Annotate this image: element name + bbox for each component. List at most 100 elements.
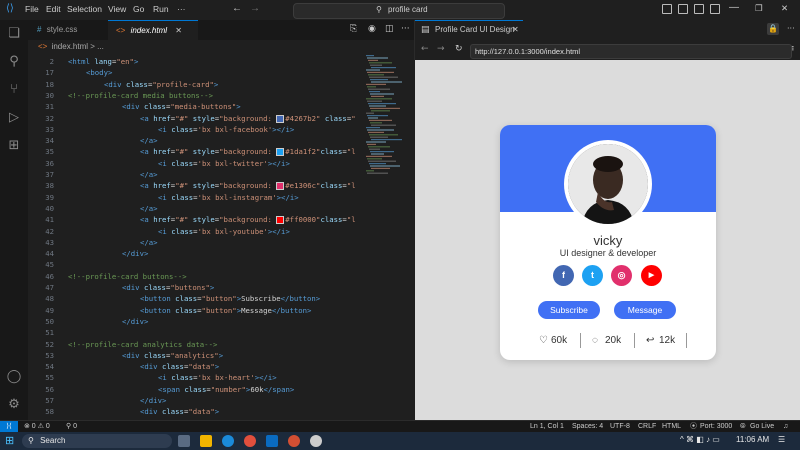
clock[interactable]: 11:06 AM [736, 435, 769, 444]
code-line[interactable]: <html lang="en"> [68, 57, 138, 66]
minimap-line [367, 100, 382, 102]
minimize-icon[interactable]: — [729, 2, 739, 13]
code-line[interactable]: <a href="#" style="background: #ff0000"c… [140, 215, 356, 225]
search-icon[interactable]: ⚲ [6, 54, 22, 70]
toggle-secondary-sidebar-icon[interactable] [694, 4, 704, 14]
twitter-icon[interactable]: t [582, 265, 603, 286]
code-line[interactable]: <!--profile-card media buttons--> [68, 91, 213, 100]
minimap-line [371, 167, 390, 169]
reload-icon[interactable]: ↻ [455, 44, 463, 54]
tab-style-css[interactable]: # style.css [28, 20, 108, 40]
toggle-panel-icon[interactable] [678, 4, 688, 14]
line-number: 18 [45, 79, 54, 89]
message-button[interactable]: Message [614, 301, 676, 319]
code-editor[interactable]: 2 <html lang="en"> 17 <body> 18 <div class="p… [28, 53, 414, 428]
source-control-icon[interactable]: ⑂ [6, 82, 22, 98]
facebook-icon[interactable]: f [553, 265, 574, 286]
customize-layout-icon[interactable] [710, 4, 720, 14]
code-line[interactable]: <i class='bx bx-heart'></i> [158, 373, 277, 382]
code-line[interactable]: <a href="#" style="background: #1da1f2"c… [140, 147, 356, 157]
restore-icon[interactable]: ❐ [755, 3, 763, 14]
youtube-icon[interactable]: ▶ [641, 265, 662, 286]
code-line[interactable]: </div> [122, 249, 148, 258]
subscribe-button[interactable]: Subscribe [538, 301, 600, 319]
windows-start-icon[interactable]: ⊞ [5, 434, 14, 447]
code-line[interactable]: <div class="analytics"> [122, 351, 223, 360]
search-text: profile card [388, 5, 428, 14]
back-arrow-icon[interactable]: ← [421, 44, 429, 54]
code-line[interactable]: <i class='bx bxl-twitter'></i> [158, 159, 290, 168]
toggle-sidebar-icon[interactable] [662, 4, 672, 14]
minimap-line [370, 136, 388, 138]
code-line[interactable]: <div class="profile-card"> [104, 80, 218, 89]
code-line[interactable]: <!--profile-card analytics data--> [68, 340, 217, 349]
minimap[interactable] [364, 53, 404, 420]
run-debug-icon[interactable]: ▷ [6, 110, 22, 126]
code-line[interactable]: <button class="button">Message</button> [140, 306, 311, 315]
close-tab-icon[interactable]: ✕ [512, 25, 519, 34]
code-line[interactable]: <a href="#" style="background: #e1306c"c… [140, 181, 356, 191]
code-line[interactable]: <i class='bx bxl-instagram'></i> [158, 193, 299, 202]
code-line[interactable]: <i class='bx bxl-facebook'></i> [158, 125, 294, 134]
system-tray-icons[interactable]: ^ ⌘ ◧ ♪ ▭ [680, 435, 720, 444]
settings-gear-icon[interactable]: ⚙ [6, 397, 22, 413]
extensions-icon[interactable]: ⊞ [6, 138, 22, 154]
code-line[interactable]: </div> [140, 396, 166, 405]
divider [580, 333, 581, 348]
chrome-icon[interactable] [244, 435, 256, 447]
edge-icon[interactable] [222, 435, 234, 447]
code-line[interactable]: </div> [122, 317, 148, 326]
forward-arrow-icon[interactable]: → [250, 3, 260, 14]
settings-taskbar-icon[interactable] [310, 435, 322, 447]
go-live-run-icon[interactable]: ◉ [368, 24, 376, 34]
back-arrow-icon[interactable]: ← [232, 3, 242, 14]
breadcrumb[interactable]: <> index.html > ... [28, 40, 414, 53]
windows-taskbar: ⊞ ⚲ Search ^ ⌘ ◧ ♪ ▭ 11:06 AM ☰ [0, 432, 800, 450]
account-icon[interactable]: ◯ [6, 369, 22, 385]
taskbar-search[interactable]: ⚲ Search [22, 434, 172, 448]
chrome-profile-icon[interactable] [288, 435, 300, 447]
more-actions-icon[interactable]: ··· [401, 24, 410, 34]
lock-icon[interactable]: 🔒 [767, 23, 779, 35]
forward-arrow-icon[interactable]: → [437, 44, 445, 54]
code-line[interactable]: <button class="button">Subscribe</button… [140, 294, 320, 303]
more-actions-icon[interactable]: ··· [787, 24, 795, 33]
explorer-icon[interactable]: ❏ [6, 26, 22, 42]
code-line[interactable]: <!--profile-card buttons--> [68, 272, 187, 281]
code-line[interactable]: <div class="media-buttons"> [122, 102, 241, 111]
close-tab-icon[interactable]: ✕ [175, 26, 182, 35]
browser-tab[interactable]: ▤ Profile Card UI Design ✕ [415, 20, 523, 40]
code-line[interactable]: <div class="buttons"> [122, 283, 214, 292]
code-line[interactable]: <i class='bx bxl-youtube'></i> [158, 227, 290, 236]
menu-go[interactable]: Go [133, 4, 144, 14]
menu-run[interactable]: Run [153, 4, 169, 14]
code-line[interactable]: </a> [140, 204, 158, 213]
code-line[interactable]: <div class="data"> [140, 362, 219, 371]
task-view-icon[interactable] [178, 435, 190, 447]
vscode-logo-icon: ⟨⟩ [6, 3, 14, 14]
menu-more[interactable]: ··· [177, 4, 186, 14]
code-line[interactable]: <body> [86, 68, 112, 77]
line-number: 40 [45, 203, 54, 213]
code-line[interactable]: <a href="#" style="background: #4267b2" … [140, 114, 356, 123]
notification-center-icon[interactable]: ☰ [778, 435, 785, 444]
vscode-taskbar-icon[interactable] [266, 435, 278, 447]
close-window-icon[interactable]: ✕ [781, 3, 788, 14]
command-center-search[interactable]: ⚲ profile card [293, 3, 505, 19]
menu-edit[interactable]: Edit [46, 4, 61, 14]
code-line[interactable]: </a> [140, 136, 158, 145]
menu-view[interactable]: View [108, 4, 126, 14]
code-line[interactable]: <div class="data"> [140, 407, 219, 416]
code-line[interactable]: <span class="number">60k</span> [158, 385, 294, 394]
split-editor-icon[interactable]: ◫ [385, 24, 394, 34]
instagram-icon[interactable]: ◎ [611, 265, 632, 286]
open-preview-icon[interactable]: ⎘ [350, 24, 357, 34]
avatar-photo [568, 144, 648, 224]
code-line[interactable]: </a> [140, 238, 158, 247]
file-explorer-icon[interactable] [200, 435, 212, 447]
url-input[interactable]: http://127.0.0.1:3000/index.html [470, 44, 792, 59]
tab-index-html[interactable]: <> index.html ✕ [108, 20, 198, 40]
code-line[interactable]: </a> [140, 170, 158, 179]
menu-selection[interactable]: Selection [67, 4, 102, 14]
menu-file[interactable]: File [25, 4, 39, 14]
